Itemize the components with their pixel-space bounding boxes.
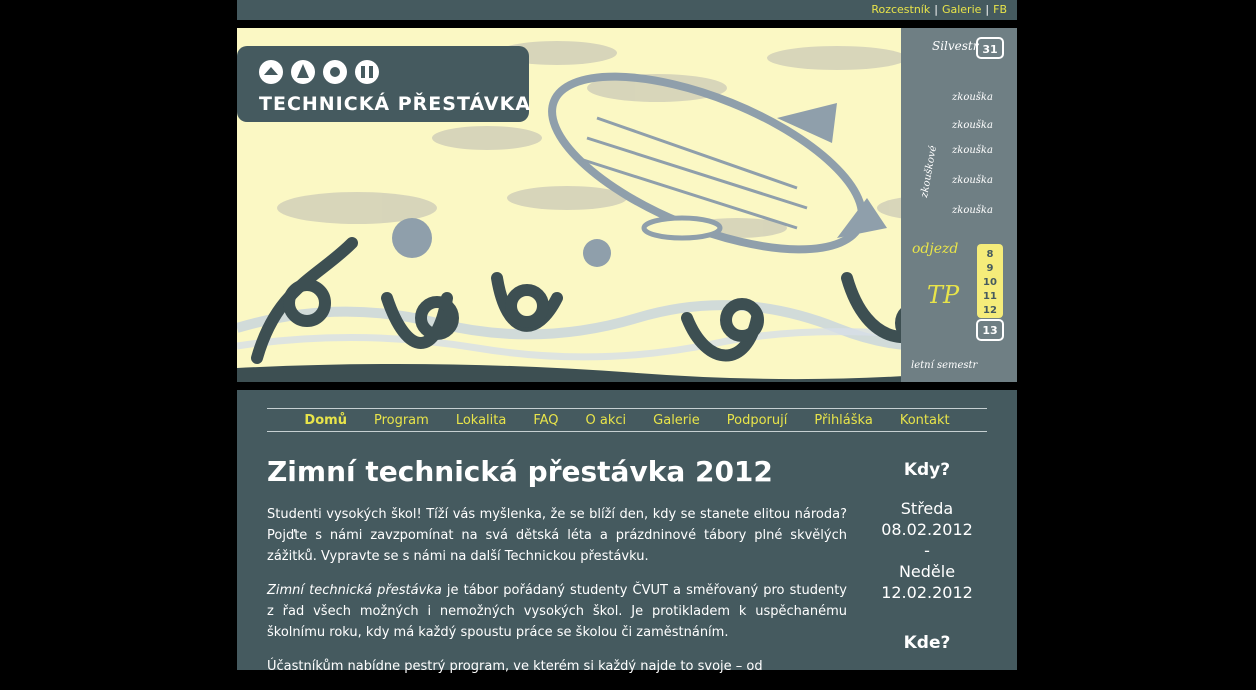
nav-podporuji[interactable]: Podporují	[727, 413, 788, 428]
nav-program[interactable]: Program	[374, 413, 429, 428]
start-date: 08.02.2012	[881, 520, 973, 539]
logo-text: TECHNICKÁ PŘESTÁVKA	[259, 92, 531, 115]
content-area: Domů Program Lokalita FAQ O akci Galerie…	[237, 390, 1017, 674]
main-nav: Domů Program Lokalita FAQ O akci Galerie…	[267, 408, 987, 432]
calendar-tp: TP	[927, 281, 960, 309]
banner-illustration: TECHNICKÁ PŘESTÁVKA Silvestr 31 zkouška …	[237, 28, 1017, 382]
program-paragraph: Účastníkům nabídne pestrý program, ve kt…	[267, 659, 763, 674]
svg-text:zkouška: zkouška	[951, 120, 993, 131]
about-paragraph: Zimní technická přestávka je tábor pořád…	[267, 583, 847, 640]
start-day: Středa	[900, 499, 954, 518]
calendar-day: 8	[987, 249, 994, 260]
intro-paragraph: Studenti vysokých škol! Tíží vás myšlenk…	[267, 507, 847, 564]
event-sidebar: Kdy? Středa 08.02.2012 - Neděle 12.02.20…	[857, 460, 997, 671]
svg-text:zkouška: zkouška	[951, 175, 993, 186]
calendar-day-31: 31	[982, 43, 997, 56]
nav-lokalita[interactable]: Lokalita	[456, 413, 507, 428]
calendar-day: 10	[983, 277, 997, 288]
nav-domu[interactable]: Domů	[304, 413, 347, 428]
nav-kontakt[interactable]: Kontakt	[900, 413, 950, 428]
link-galerie-top[interactable]: Galerie	[942, 3, 981, 16]
page-wrapper: Rozcestník | Galerie | FB TECHNICKÁ PŘES…	[237, 0, 1017, 674]
svg-text:zkouška: zkouška	[951, 145, 993, 156]
where-heading: Kde?	[903, 633, 951, 653]
when-heading: Kdy?	[903, 460, 951, 480]
nav-galerie[interactable]: Galerie	[653, 413, 700, 428]
end-date: 12.02.2012	[881, 583, 973, 602]
page-title: Zimní technická přestávka 2012	[267, 455, 773, 488]
calendar-day: 11	[983, 291, 997, 302]
calendar-odjezd: odjezd	[912, 241, 958, 257]
date-separator: -	[924, 541, 930, 560]
svg-text:zkouška: zkouška	[951, 92, 993, 103]
calendar-day-13: 13	[982, 324, 997, 337]
link-rozcestnik[interactable]: Rozcestník	[871, 3, 930, 16]
header-banner: TECHNICKÁ PŘESTÁVKA Silvestr 31 zkouška …	[237, 28, 1017, 382]
calendar-silvestr: Silvestr	[932, 39, 980, 53]
nav-prihlaska[interactable]: Přihláška	[814, 413, 872, 428]
calendar-day: 12	[983, 305, 997, 316]
zeppelin	[548, 72, 887, 254]
nav-o-akci[interactable]: O akci	[586, 413, 627, 428]
svg-text:letní semestr: letní semestr	[911, 360, 979, 371]
calendar-day: 9	[987, 263, 994, 274]
nav-faq[interactable]: FAQ	[533, 413, 558, 428]
top-links-bar: Rozcestník | Galerie | FB	[237, 0, 1017, 20]
link-fb[interactable]: FB	[993, 3, 1007, 16]
end-day: Neděle	[898, 562, 956, 581]
main-article: Zimní technická přestávka 2012 Studenti …	[267, 452, 847, 690]
svg-text:zkouška: zkouška	[951, 205, 993, 216]
